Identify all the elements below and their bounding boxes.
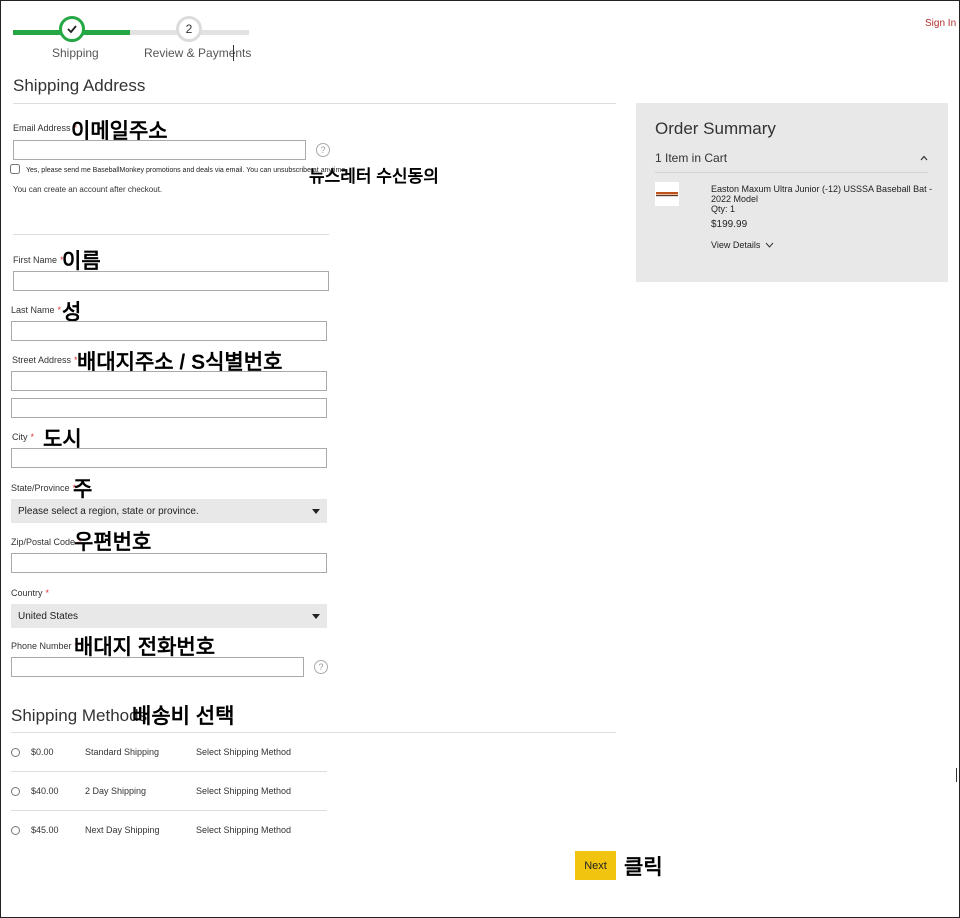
- shipping-price: $0.00: [31, 747, 54, 757]
- email-divider: [13, 234, 329, 235]
- annotation-zip: 우편번호: [74, 531, 152, 554]
- chevron-up-icon[interactable]: [920, 155, 928, 161]
- shipping-row-divider: [11, 771, 327, 772]
- shipping-name: 2 Day Shipping: [85, 786, 147, 796]
- view-details-toggle[interactable]: View Details: [711, 240, 774, 250]
- newsletter-text: Yes, please send me BaseballMonkey promo…: [26, 167, 348, 174]
- product-thumbnail: [655, 182, 679, 206]
- step-review-label[interactable]: Review & Payments: [144, 46, 251, 60]
- phone-help-icon[interactable]: ?: [314, 660, 328, 674]
- state-dropdown-icon: [312, 508, 320, 514]
- cart-divider: [655, 172, 928, 173]
- state-select[interactable]: Please select a region, state or provinc…: [11, 499, 327, 523]
- product-qty: Qty: 1: [711, 204, 736, 214]
- shipping-methods-divider: [11, 732, 616, 733]
- items-in-cart-toggle[interactable]: 1 Item in Cart: [655, 151, 727, 165]
- first-name-label: First Name *: [13, 255, 64, 265]
- country-select[interactable]: United States: [11, 604, 327, 628]
- shipping-address-title: Shipping Address: [13, 76, 146, 95]
- shipping-name: Next Day Shipping: [85, 825, 160, 835]
- last-name-input[interactable]: [11, 321, 327, 341]
- shipping-name: Standard Shipping: [85, 747, 160, 757]
- shipping-radio-2day[interactable]: [11, 787, 20, 796]
- first-name-input[interactable]: [13, 271, 329, 291]
- text-cursor-right: [956, 768, 957, 782]
- phone-label: Phone Number *: [11, 641, 79, 651]
- shipping-radio-standard[interactable]: [11, 748, 20, 757]
- annotation-next: 클릭: [624, 856, 663, 879]
- step-review-indicator: 2: [176, 16, 202, 42]
- newsletter-checkbox[interactable]: [10, 164, 20, 174]
- shipping-action: Select Shipping Method: [196, 747, 292, 757]
- step-shipping-label: Shipping: [52, 46, 99, 60]
- baseball-bat-image: [656, 192, 678, 197]
- step-shipping-indicator: [59, 16, 85, 42]
- email-label: Email Address *: [13, 123, 78, 133]
- last-name-label: Last Name *: [11, 305, 62, 315]
- sign-in-link[interactable]: Sign In: [925, 18, 956, 29]
- shipping-action: Select Shipping Method: [196, 825, 292, 835]
- country-dropdown-icon: [312, 613, 320, 619]
- annotation-newsletter: 뉴스레터 수신동의: [309, 167, 439, 186]
- annotation-shipping-methods: 배송비 선택: [132, 705, 235, 728]
- city-input[interactable]: [11, 448, 327, 468]
- street-label: Street Address *: [12, 355, 78, 365]
- order-summary-title: Order Summary: [655, 119, 776, 138]
- country-label: Country *: [11, 588, 50, 598]
- shipping-action: Select Shipping Method: [196, 786, 292, 796]
- zip-label: Zip/Postal Code *: [11, 537, 82, 547]
- state-selected-value: Please select a region, state or provinc…: [18, 505, 199, 517]
- shipping-methods-title: Shipping Methods: [11, 706, 148, 725]
- shipping-row-divider: [11, 810, 327, 811]
- items-in-cart-label: 1 Item in Cart: [655, 151, 728, 165]
- city-label: City *: [12, 432, 35, 442]
- next-button[interactable]: Next: [575, 851, 616, 880]
- shipping-radio-nextday[interactable]: [11, 826, 20, 835]
- shipping-price: $45.00: [31, 825, 59, 835]
- email-help-icon[interactable]: ?: [316, 143, 330, 157]
- order-summary-panel: Order Summary 1 Item in Cart Easton Maxu…: [636, 103, 948, 282]
- street-line1-input[interactable]: [11, 371, 327, 391]
- chevron-down-icon: [765, 242, 774, 248]
- shipping-price: $40.00: [31, 786, 59, 796]
- product-price: $199.99: [711, 219, 748, 230]
- state-label: State/Province *: [11, 483, 77, 493]
- country-selected-value: United States: [18, 610, 79, 622]
- account-note: You can create an account after checkout…: [13, 185, 163, 194]
- street-line2-input[interactable]: [11, 398, 327, 418]
- phone-input[interactable]: [11, 657, 304, 677]
- zip-input[interactable]: [11, 553, 327, 573]
- view-details-label: View Details: [711, 240, 761, 250]
- text-cursor: [233, 45, 234, 61]
- email-input[interactable]: [13, 140, 306, 160]
- shipping-address-divider: [13, 103, 616, 104]
- check-icon: [67, 25, 77, 34]
- product-name: Easton Maxum Ultra Junior (-12) USSSA Ba…: [711, 184, 933, 204]
